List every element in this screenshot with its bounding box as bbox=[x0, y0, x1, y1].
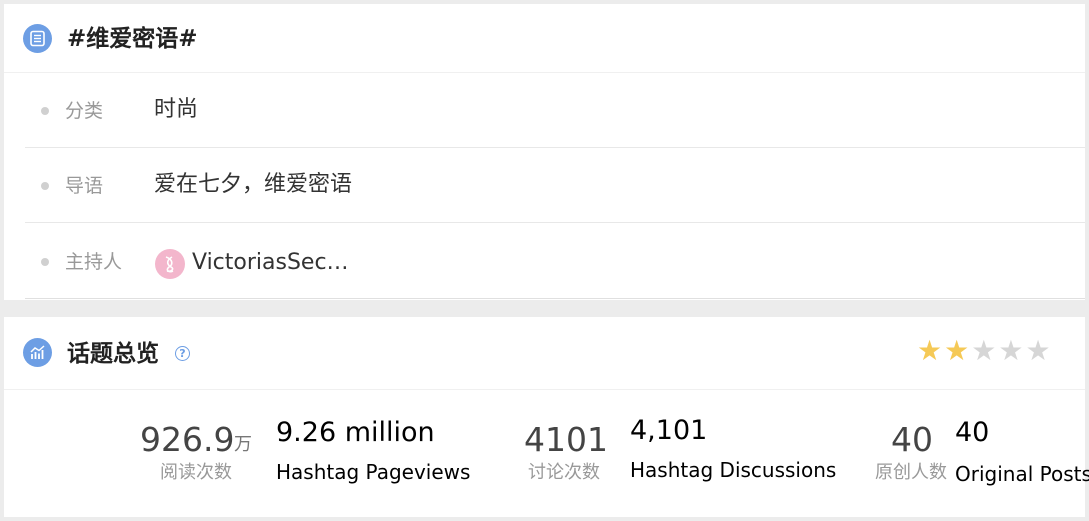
discussions-en-label: Hashtag Discussions bbox=[630, 458, 837, 482]
guide-label: 导语 bbox=[65, 175, 104, 197]
bullet-dot bbox=[41, 107, 49, 115]
star-icon: ★ bbox=[944, 334, 970, 367]
star-icon: ★ bbox=[971, 334, 997, 367]
host-label: 主持人 bbox=[65, 251, 123, 273]
category-row: 分类 时尚 bbox=[25, 72, 1085, 148]
question-circle-icon[interactable]: ? bbox=[175, 346, 190, 361]
pageviews-en-label: Hashtag Pageviews bbox=[276, 460, 471, 484]
topic-title: #维爱密语# bbox=[67, 26, 198, 52]
pageviews-number: 926.9 bbox=[140, 420, 235, 459]
bullet-dot bbox=[41, 258, 49, 266]
chart-trend-icon bbox=[23, 338, 52, 367]
category-value[interactable]: 时尚 bbox=[154, 94, 198, 126]
original-posts-en-label: Original Posts bbox=[955, 462, 1089, 486]
pageviews-label: 阅读次数 bbox=[160, 462, 232, 483]
original-posts-en-value: 40 bbox=[955, 417, 990, 448]
guide-value: 爱在七夕，维爱密语 bbox=[154, 172, 353, 197]
original-posts-label: 原创人数 bbox=[875, 462, 947, 483]
star-icon: ★ bbox=[1025, 334, 1051, 367]
discussions-number: 4101 bbox=[524, 420, 608, 459]
topic-overview-card: 话题总览 ? ★ ★ ★ ★ ★ 926.9 万 阅读次数 9.26 million H… bbox=[4, 317, 1089, 517]
star-icon: ★ bbox=[917, 334, 943, 367]
host-name-link[interactable]: VictoriasSec… bbox=[192, 247, 349, 279]
original-posts-number: 40 bbox=[891, 420, 933, 459]
guide-row: 导语 爱在七夕，维爱密语 bbox=[25, 147, 1085, 223]
bullet-dot bbox=[41, 182, 49, 190]
overview-header: 话题总览 ? ★ ★ ★ ★ ★ bbox=[4, 317, 1085, 390]
topic-header: #维爱密语# bbox=[4, 4, 1085, 73]
star-icon: ★ bbox=[998, 334, 1024, 367]
host-avatar[interactable] bbox=[155, 249, 185, 279]
rating-stars: ★ ★ ★ ★ ★ bbox=[917, 336, 1051, 366]
discussions-en-value: 4,101 bbox=[630, 415, 708, 446]
host-row: 主持人 VictoriasSec… bbox=[25, 223, 1085, 299]
overview-title: 话题总览 bbox=[67, 341, 159, 367]
topic-info-card: #维爱密语# 分类 时尚 导语 爱在七夕，维爱密语 主持人 VictoriasS… bbox=[4, 4, 1085, 300]
pageviews-unit: 万 bbox=[234, 434, 252, 455]
discussions-label: 讨论次数 bbox=[528, 462, 600, 483]
document-list-icon bbox=[23, 24, 52, 53]
category-label: 分类 bbox=[65, 100, 104, 122]
pageviews-en-value: 9.26 million bbox=[276, 417, 435, 448]
